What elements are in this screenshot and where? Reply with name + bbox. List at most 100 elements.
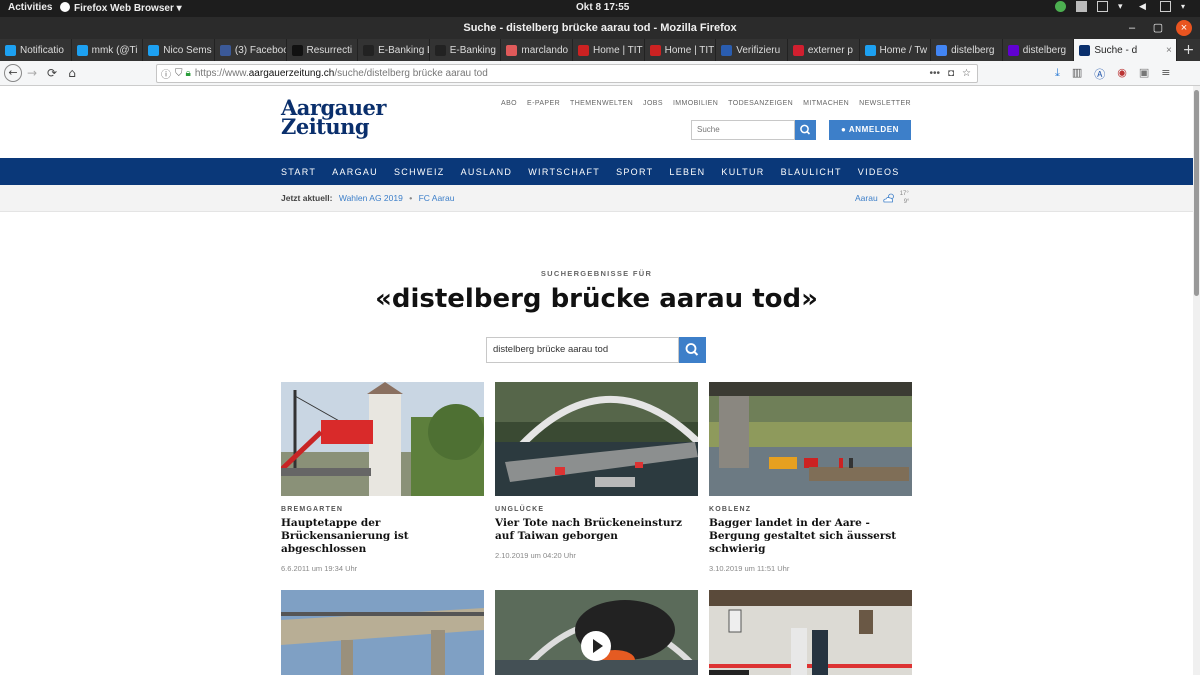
volume-icon[interactable]: ◀ bbox=[1139, 1, 1150, 12]
result-image-excavator-river[interactable] bbox=[709, 382, 912, 496]
browser-tab[interactable]: Verifizieru bbox=[716, 39, 788, 61]
browser-tab[interactable]: (3) Faceboo bbox=[215, 39, 287, 61]
weather-widget[interactable]: Aarau 17° 9° bbox=[855, 190, 909, 206]
result-image-police-scene[interactable] bbox=[709, 590, 912, 675]
service-link[interactable]: IMMOBILIEN bbox=[673, 100, 718, 107]
scrollbar-thumb[interactable] bbox=[1194, 90, 1199, 296]
result-image-collapsed-bridge[interactable] bbox=[495, 382, 698, 496]
service-link[interactable]: TODESANZEIGEN bbox=[728, 100, 793, 107]
result-card[interactable]: UNGLÜCKE Vier Tote nach Brückeneinsturz … bbox=[495, 382, 698, 560]
tracking-shield-icon[interactable]: ⛉ bbox=[175, 68, 183, 79]
result-card[interactable] bbox=[495, 590, 698, 675]
info-icon[interactable]: ⓘ bbox=[161, 66, 171, 81]
maximize-icon[interactable]: ▢ bbox=[1150, 20, 1166, 36]
lock-icon[interactable]: 🔒︎ bbox=[186, 68, 191, 79]
browser-tab[interactable]: Notificatio bbox=[0, 39, 72, 61]
card-headline[interactable]: Bagger landet in der Aare - Bergung gest… bbox=[709, 517, 912, 556]
browser-tab[interactable]: Nico Sems bbox=[143, 39, 215, 61]
browser-tab[interactable]: mmk (@Ti bbox=[72, 39, 144, 61]
extension-icon[interactable]: ▣ bbox=[1139, 66, 1149, 82]
browser-tab[interactable]: Home / Tw bbox=[860, 39, 932, 61]
tab-favicon-icon bbox=[1007, 44, 1019, 56]
browser-tab[interactable]: Home | TIT bbox=[645, 39, 717, 61]
activities-button[interactable]: Activities bbox=[8, 2, 52, 13]
browser-tab[interactable]: Home | TIT bbox=[573, 39, 645, 61]
result-card[interactable]: BREMGARTEN Hauptetappe der Brückensanier… bbox=[281, 382, 484, 573]
main-nav-item[interactable]: BLAULICHT bbox=[781, 167, 842, 177]
weather-city: Aarau bbox=[855, 193, 878, 203]
main-nav-item[interactable]: LEBEN bbox=[669, 167, 705, 177]
downloads-icon[interactable]: ⤓ bbox=[1055, 66, 1060, 82]
system-tray: ▾ ◀ ▾ bbox=[1055, 1, 1192, 12]
topic-link-fc-aarau[interactable]: FC Aarau bbox=[419, 193, 455, 203]
main-nav-item[interactable]: SPORT bbox=[616, 167, 653, 177]
main-nav-item[interactable]: WIRTSCHAFT bbox=[528, 167, 600, 177]
main-nav-item[interactable]: VIDEOS bbox=[858, 167, 900, 177]
wifi-icon[interactable]: ▾ bbox=[1118, 1, 1129, 12]
main-nav-item[interactable]: AUSLAND bbox=[461, 167, 513, 177]
close-window-icon[interactable]: × bbox=[1176, 20, 1192, 36]
back-icon[interactable]: ← bbox=[4, 64, 22, 82]
clipboard-icon[interactable] bbox=[1097, 1, 1108, 12]
library-icon[interactable]: ▥ bbox=[1072, 66, 1082, 82]
clock[interactable]: Okt 8 17:55 bbox=[576, 2, 629, 13]
result-card[interactable]: KOBLENZ Bagger landet in der Aare - Berg… bbox=[709, 382, 912, 573]
service-link[interactable]: E-PAPER bbox=[527, 100, 560, 107]
close-tab-icon[interactable]: × bbox=[1166, 45, 1172, 56]
forward-icon[interactable]: → bbox=[22, 66, 42, 80]
login-button[interactable]: ● ANMELDEN bbox=[829, 120, 911, 140]
site-logo[interactable]: Aargauer Zeitung bbox=[281, 97, 386, 137]
result-image-bridge-section[interactable] bbox=[281, 590, 484, 675]
reload-icon[interactable]: ⟳ bbox=[42, 66, 62, 80]
browser-tab[interactable]: Resurrecti bbox=[287, 39, 359, 61]
browser-tab[interactable]: externer p bbox=[788, 39, 860, 61]
browser-tab[interactable]: distelberg bbox=[1003, 39, 1075, 61]
system-menu-icon[interactable]: ▾ bbox=[1181, 1, 1192, 12]
new-tab-icon[interactable]: + bbox=[1177, 39, 1200, 61]
card-headline[interactable]: Vier Tote nach Brückeneinsturz auf Taiwa… bbox=[495, 517, 698, 543]
main-nav-item[interactable]: AARGAU bbox=[332, 167, 378, 177]
url-bar[interactable]: ⓘ ⛉ 🔒︎ https://www. aargauerzeitung.ch/su… bbox=[156, 64, 978, 83]
page-actions-icon[interactable]: ••• bbox=[929, 68, 940, 79]
service-link[interactable]: THEMENWELTEN bbox=[570, 100, 633, 107]
battery-icon[interactable] bbox=[1160, 1, 1171, 12]
home-icon[interactable]: ⌂ bbox=[62, 66, 82, 80]
browser-tab[interactable]: distelberg bbox=[931, 39, 1003, 61]
tab-label: Nico Sems bbox=[163, 44, 212, 56]
login-label: ANMELDEN bbox=[848, 125, 900, 134]
app-menu-label: Firefox Web Browser ▾ bbox=[74, 3, 182, 14]
service-link[interactable]: NEWSLETTER bbox=[859, 100, 911, 107]
bookmark-star-icon[interactable]: ☆ bbox=[962, 68, 971, 79]
app-menu[interactable]: Firefox Web Browser ▾ bbox=[60, 2, 182, 14]
service-link[interactable]: JOBS bbox=[643, 100, 663, 107]
addon-icon[interactable]: ◉ bbox=[1117, 66, 1127, 82]
query-input[interactable]: distelberg brücke aarau tod bbox=[486, 337, 679, 363]
browser-tab[interactable]: E-Banking bbox=[430, 39, 502, 61]
site-search-button[interactable] bbox=[795, 120, 816, 140]
query-search-button[interactable] bbox=[679, 337, 706, 363]
site-search-input[interactable]: Suche bbox=[691, 120, 795, 140]
card-headline[interactable]: Hauptetappe der Brückensanierung ist abg… bbox=[281, 517, 484, 556]
result-image-bridge-fire-video[interactable] bbox=[495, 590, 698, 675]
browser-tab[interactable]: Suche - d × bbox=[1074, 39, 1177, 61]
hamburger-menu-icon[interactable]: ≡ bbox=[1161, 66, 1170, 82]
result-card[interactable] bbox=[281, 590, 484, 675]
minimize-icon[interactable]: – bbox=[1124, 20, 1140, 36]
result-card[interactable] bbox=[709, 590, 912, 675]
service-link[interactable]: ABO bbox=[501, 100, 517, 107]
reader-icon[interactable]: Ⓐ bbox=[1094, 66, 1105, 82]
page-scrollbar[interactable] bbox=[1193, 86, 1200, 675]
pocket-icon[interactable]: ◘ bbox=[948, 68, 954, 79]
main-nav-item[interactable]: START bbox=[281, 167, 316, 177]
main-nav-item[interactable]: KULTUR bbox=[721, 167, 764, 177]
service-link[interactable]: MITMACHEN bbox=[803, 100, 849, 107]
topic-link-wahlen[interactable]: Wahlen AG 2019 bbox=[339, 193, 403, 203]
chrome-indicator-icon[interactable] bbox=[1055, 1, 1066, 12]
browser-tab[interactable]: marclando bbox=[501, 39, 573, 61]
result-image-bridge-crane[interactable] bbox=[281, 382, 484, 496]
main-nav-item[interactable]: SCHWEIZ bbox=[394, 167, 445, 177]
play-video-button[interactable] bbox=[581, 631, 611, 661]
files-indicator-icon[interactable] bbox=[1076, 1, 1087, 12]
browser-tab[interactable]: E-Banking L bbox=[358, 39, 430, 61]
tab-favicon-icon bbox=[291, 44, 303, 56]
